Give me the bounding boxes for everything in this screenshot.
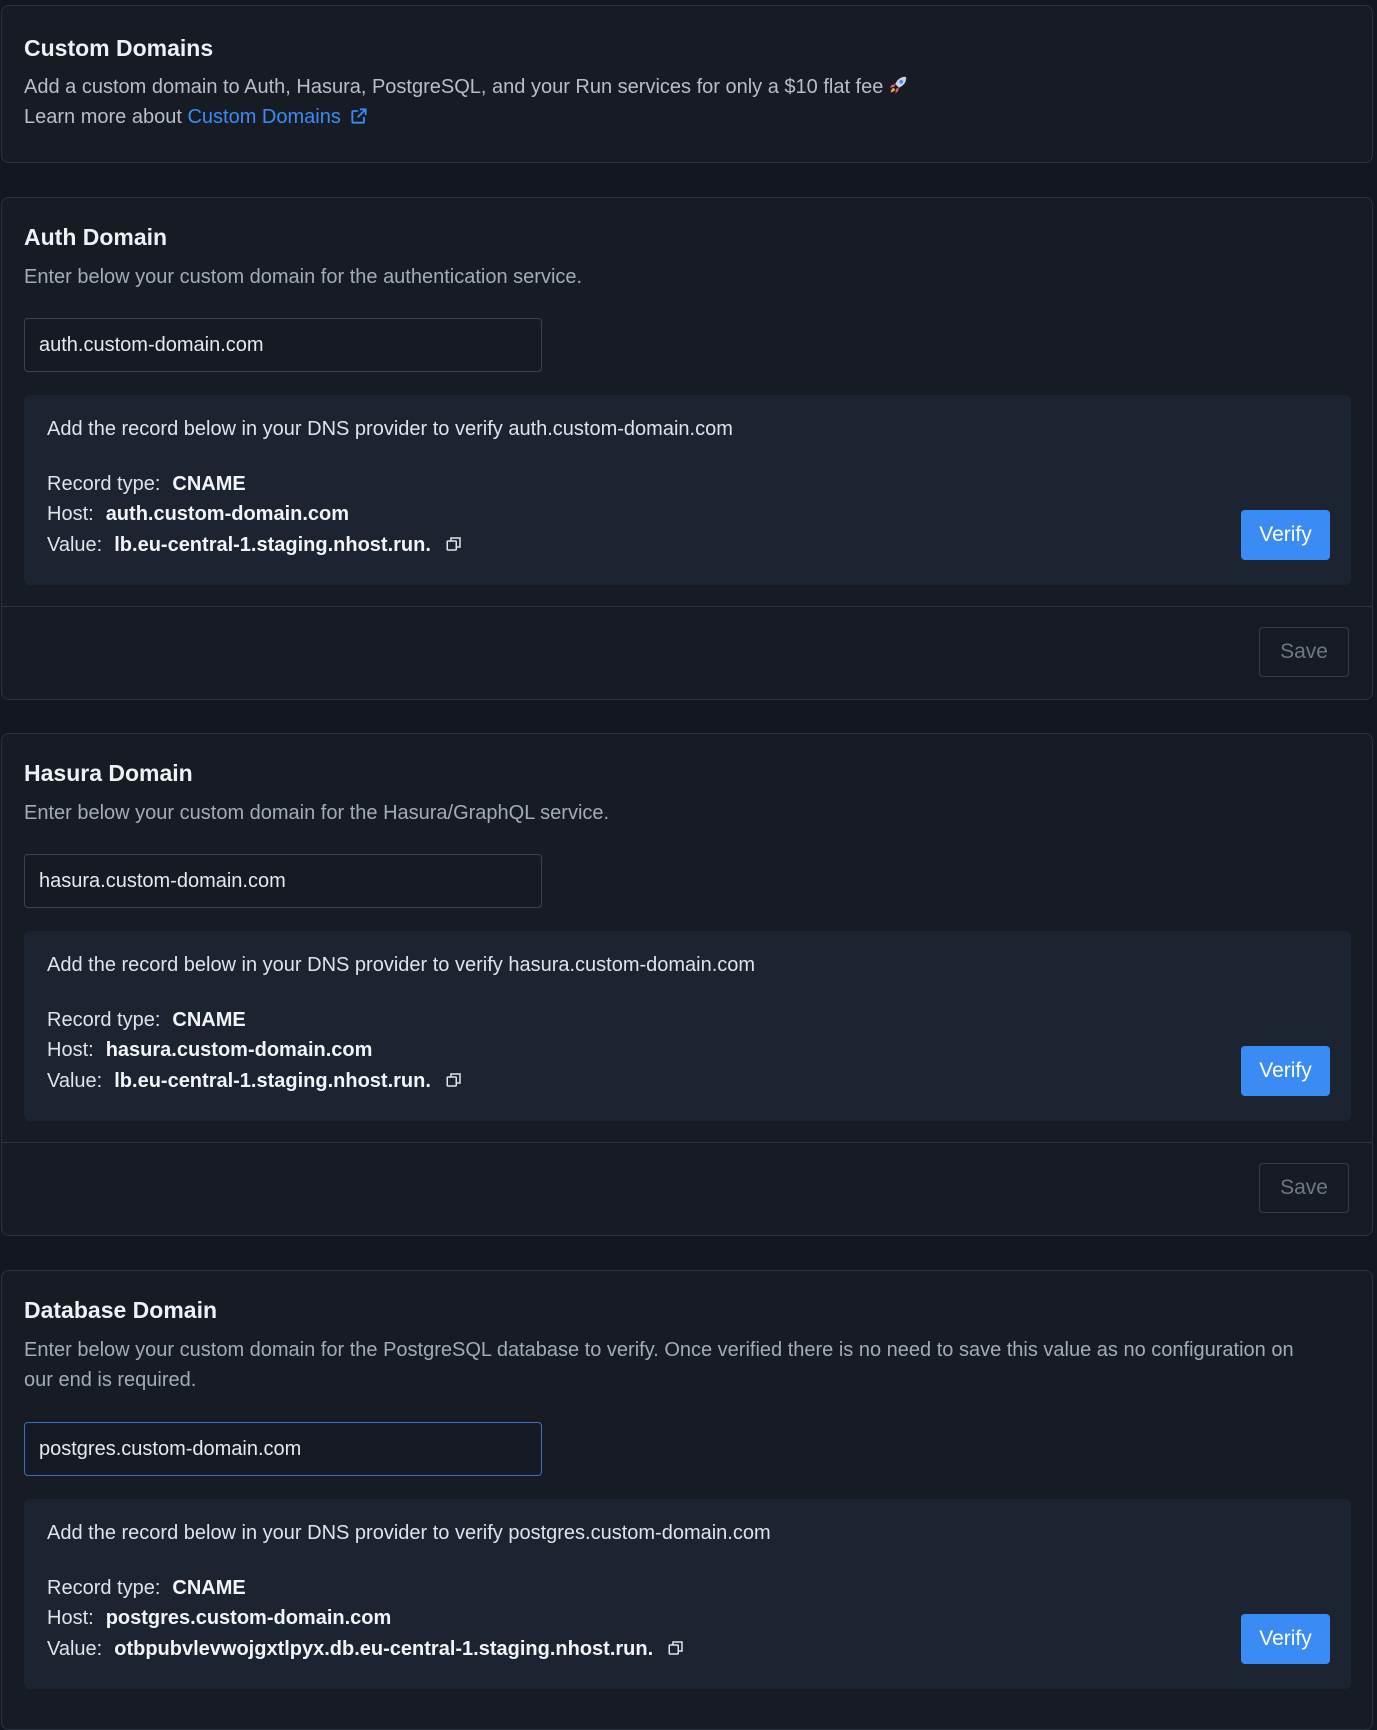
host-value: hasura.custom-domain.com <box>105 1039 373 1061</box>
hasura-domain-description: Enter below your custom domain for the H… <box>24 802 610 824</box>
auth-save-button[interactable]: Save <box>1259 627 1349 677</box>
database-verify-button[interactable]: Verify <box>1241 1614 1330 1664</box>
hasura-record-type-row: Record type: CNAME <box>47 1009 246 1032</box>
record-type-value: CNAME <box>172 1577 246 1599</box>
hasura-verify-button[interactable]: Verify <box>1241 1046 1330 1096</box>
database-host-row: Host: postgres.custom-domain.com <box>47 1607 391 1630</box>
learn-more-line: Learn more about Custom Domains <box>24 102 1312 132</box>
auth-footer-divider <box>2 606 1372 607</box>
hasura-value-row: Value: lb.eu-central-1.staging.nhost.run. <box>47 1070 463 1093</box>
hasura-domain-title: Hasura Domain <box>24 760 193 786</box>
database-dns-instruction: Add the record below in your DNS provide… <box>47 1522 771 1544</box>
intro-description: Add a custom domain to Auth, Hasura, Pos… <box>24 72 1312 102</box>
record-type-value: CNAME <box>172 1009 246 1031</box>
learn-more-prefix: Learn more about <box>24 106 182 128</box>
value-label: Value: <box>47 1070 103 1092</box>
auth-domain-card: Auth Domain Enter below your custom doma… <box>1 197 1373 700</box>
auth-host-row: Host: auth.custom-domain.com <box>47 503 349 526</box>
intro-description-text: Add a custom domain to Auth, Hasura, Pos… <box>24 76 884 98</box>
hasura-domain-input[interactable] <box>24 854 542 908</box>
auth-verify-button[interactable]: Verify <box>1241 510 1330 560</box>
database-dns-record-box: Add the record below in your DNS provide… <box>24 1499 1351 1689</box>
record-value: lb.eu-central-1.staging.nhost.run. <box>114 534 431 556</box>
custom-domains-link-label: Custom Domains <box>187 106 341 128</box>
hasura-domain-card: Hasura Domain Enter below your custom do… <box>1 733 1373 1236</box>
external-link-icon <box>351 108 367 124</box>
auth-domain-description: Enter below your custom domain for the a… <box>24 266 583 288</box>
record-type-value: CNAME <box>172 473 246 495</box>
auth-domain-title: Auth Domain <box>24 224 168 250</box>
host-label: Host: <box>47 503 94 525</box>
custom-domains-intro-card: Custom Domains Add a custom domain to Au… <box>1 5 1373 163</box>
host-label: Host: <box>47 1607 94 1629</box>
database-record-type-row: Record type: CNAME <box>47 1577 246 1600</box>
auth-dns-instruction: Add the record below in your DNS provide… <box>47 418 733 440</box>
record-type-label: Record type: <box>47 1009 161 1031</box>
auth-dns-record-box: Add the record below in your DNS provide… <box>24 395 1351 585</box>
database-domain-input[interactable] <box>24 1422 542 1476</box>
host-value: auth.custom-domain.com <box>105 503 350 525</box>
auth-domain-input[interactable] <box>24 318 542 372</box>
hasura-footer-divider <box>2 1142 1372 1143</box>
record-value: otbpubvlevwojgxtlpyx.db.eu-central-1.sta… <box>114 1638 654 1660</box>
page-title: Custom Domains <box>24 35 214 61</box>
record-type-label: Record type: <box>47 1577 161 1599</box>
auth-value-row: Value: lb.eu-central-1.staging.nhost.run. <box>47 534 463 557</box>
hasura-host-row: Host: hasura.custom-domain.com <box>47 1039 372 1062</box>
rocket-icon <box>890 76 907 94</box>
copy-icon[interactable] <box>445 1071 463 1089</box>
database-value-row: Value: otbpubvlevwojgxtlpyx.db.eu-central… <box>47 1638 685 1661</box>
value-label: Value: <box>47 534 103 556</box>
hasura-dns-instruction: Add the record below in your DNS provide… <box>47 954 756 976</box>
database-domain-card: Database Domain Enter below your custom … <box>1 1270 1373 1730</box>
host-value: postgres.custom-domain.com <box>105 1607 392 1629</box>
auth-record-type-row: Record type: CNAME <box>47 473 246 496</box>
host-label: Host: <box>47 1039 94 1061</box>
record-type-label: Record type: <box>47 473 161 495</box>
copy-icon[interactable] <box>445 535 463 553</box>
hasura-save-button[interactable]: Save <box>1259 1163 1349 1213</box>
database-domain-description: Enter below your custom domain for the P… <box>24 1339 1294 1391</box>
database-domain-title: Database Domain <box>24 1297 218 1323</box>
copy-icon[interactable] <box>667 1639 685 1657</box>
custom-domains-docs-link[interactable]: Custom Domains <box>187 106 368 128</box>
value-label: Value: <box>47 1638 103 1660</box>
hasura-dns-record-box: Add the record below in your DNS provide… <box>24 931 1351 1121</box>
record-value: lb.eu-central-1.staging.nhost.run. <box>114 1070 431 1092</box>
